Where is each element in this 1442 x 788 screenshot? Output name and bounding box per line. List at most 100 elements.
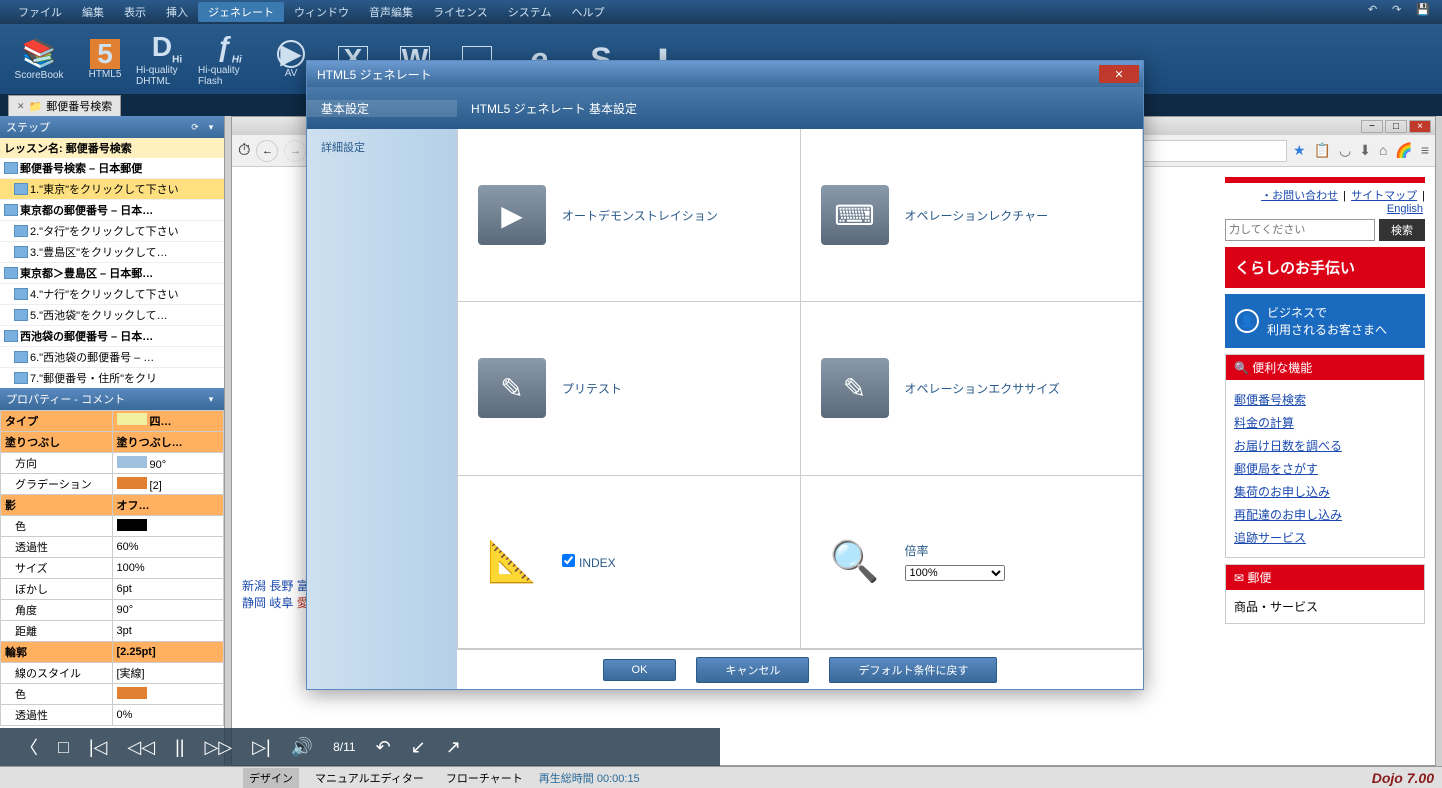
save-icon[interactable]: 💾 xyxy=(1416,3,1434,21)
rainbow-icon[interactable]: 🌈 xyxy=(1395,142,1412,159)
download-icon[interactable]: ⬇ xyxy=(1359,142,1371,159)
prop-value[interactable]: 100% xyxy=(112,558,224,579)
star-icon[interactable]: ★ xyxy=(1293,142,1306,159)
step-item[interactable]: 郵便番号検索 – 日本郵便 xyxy=(0,158,224,179)
minimize-icon[interactable]: − xyxy=(1361,120,1383,133)
forward-icon[interactable]: ▷▷ xyxy=(204,737,232,758)
skip-forward-icon[interactable]: ▷| xyxy=(252,737,271,758)
option-pretest[interactable]: ✎ プリテスト xyxy=(458,302,801,475)
home-icon[interactable]: ⌂ xyxy=(1379,142,1387,159)
search-input[interactable] xyxy=(1225,219,1375,241)
useful-link[interactable]: 再配達のお申し込み xyxy=(1234,503,1416,526)
step-item[interactable]: 3."豊島区"をクリックして… xyxy=(0,242,224,263)
tool-flash[interactable]: ƒHiHi-quality Flash xyxy=(198,28,260,90)
refresh-icon[interactable]: ⟳ xyxy=(188,120,202,134)
close-icon[interactable]: × xyxy=(1409,120,1431,133)
view-flowchart[interactable]: フローチャート xyxy=(440,768,529,788)
menu-edit[interactable]: 編集 xyxy=(72,2,114,22)
menu-license[interactable]: ライセンス xyxy=(423,2,498,22)
back-button[interactable]: ← xyxy=(256,140,278,162)
business-box[interactable]: 👤 ビジネスで利用されるお客さまへ xyxy=(1225,294,1425,348)
useful-link[interactable]: お届け日数を調べる xyxy=(1234,434,1416,457)
expand-icon[interactable]: ↗ xyxy=(446,737,461,758)
prop-value[interactable]: [2] xyxy=(112,474,224,495)
menu-generate[interactable]: ジェネレート xyxy=(198,2,284,22)
useful-link[interactable]: 追跡サービス xyxy=(1234,526,1416,549)
prop-value[interactable]: オフ… xyxy=(112,495,224,516)
option-operation-lecture[interactable]: ⌨ オペレーションレクチャー xyxy=(801,129,1144,302)
rewind-icon[interactable]: ◁◁ xyxy=(127,737,155,758)
pocket-icon[interactable]: ◡ xyxy=(1339,142,1351,159)
step-item[interactable]: 7."郵便番号・住所"をクリ xyxy=(0,368,224,388)
volume-icon[interactable]: 🔊 xyxy=(291,737,313,758)
useful-link[interactable]: 集荷のお申し込み xyxy=(1234,480,1416,503)
option-operation-exercise[interactable]: ✎ オペレーションエクササイズ xyxy=(801,302,1144,475)
menu-file[interactable]: ファイル xyxy=(8,2,72,22)
step-item[interactable]: 西池袋の郵便番号 – 日本… xyxy=(0,326,224,347)
mail-service-link[interactable]: 商品・サービス xyxy=(1234,600,1318,614)
step-item[interactable]: 5."西池袋"をクリックして… xyxy=(0,305,224,326)
clipboard-icon[interactable]: 📋 xyxy=(1314,142,1331,159)
zoom-select[interactable]: 100% xyxy=(905,565,1005,581)
prop-value[interactable]: 6pt xyxy=(112,579,224,600)
step-item[interactable]: 1."東京"をクリックして下さい xyxy=(0,179,224,200)
reset-defaults-button[interactable]: デフォルト条件に戻す xyxy=(829,657,997,683)
index-checkbox[interactable] xyxy=(562,554,575,567)
prev-chapter-icon[interactable]: 〈 xyxy=(20,734,38,760)
prop-value[interactable] xyxy=(112,516,224,537)
dialog-titlebar[interactable]: HTML5 ジェネレート ✕ xyxy=(307,61,1143,87)
prop-value[interactable]: 90° xyxy=(112,453,224,474)
useful-link[interactable]: 郵便局をさがす xyxy=(1234,457,1416,480)
menu-help[interactable]: ヘルプ xyxy=(561,2,614,22)
view-manual-editor[interactable]: マニュアルエディター xyxy=(309,768,430,788)
prop-value[interactable] xyxy=(112,684,224,705)
menu-view[interactable]: 表示 xyxy=(114,2,156,22)
stop-icon[interactable]: □ xyxy=(58,737,69,758)
pause-icon[interactable]: || xyxy=(175,737,184,758)
menu-icon[interactable]: ≡ xyxy=(1421,142,1429,159)
skip-back-icon[interactable]: |◁ xyxy=(89,737,108,758)
prop-value[interactable]: 四… xyxy=(112,411,224,432)
tool-dhtml[interactable]: DHiHi-quality DHTML xyxy=(136,28,198,90)
chevron-down-icon[interactable]: ▾ xyxy=(204,392,218,406)
step-item[interactable]: 東京都の郵便番号 – 日本… xyxy=(0,200,224,221)
useful-link[interactable]: 料金の計算 xyxy=(1234,411,1416,434)
menu-audio[interactable]: 音声編集 xyxy=(359,2,423,22)
redo-icon[interactable]: ↷ xyxy=(1392,3,1410,21)
prop-value[interactable]: 塗りつぶし… xyxy=(112,432,224,453)
cancel-button[interactable]: キャンセル xyxy=(696,657,809,683)
ok-button[interactable]: OK xyxy=(603,659,677,681)
option-auto-demo[interactable]: ▶ オートデモンストレイション xyxy=(458,129,801,302)
prop-value[interactable]: 0% xyxy=(112,705,224,726)
step-item[interactable]: 6."西池袋の郵便番号 – … xyxy=(0,347,224,368)
step-item[interactable]: 2."タ行"をクリックして下さい xyxy=(0,221,224,242)
prop-value[interactable]: 90° xyxy=(112,600,224,621)
useful-link[interactable]: 郵便番号検索 xyxy=(1234,388,1416,411)
step-icon xyxy=(4,330,18,342)
view-design[interactable]: デザイン xyxy=(243,768,299,788)
dialog-tab-advanced[interactable]: 詳細設定 xyxy=(307,129,457,165)
tab-close-icon[interactable]: ✕ xyxy=(17,101,25,112)
tool-scorebook[interactable]: 📚ScoreBook xyxy=(4,28,74,90)
prop-value[interactable]: [2.25pt] xyxy=(112,642,224,663)
search-button[interactable]: 検索 xyxy=(1379,219,1425,241)
undo-icon[interactable]: ↶ xyxy=(1368,3,1386,21)
dialog-close-button[interactable]: ✕ xyxy=(1099,65,1139,83)
maximize-icon[interactable]: □ xyxy=(1385,120,1407,133)
chevron-down-icon[interactable]: ▾ xyxy=(204,120,218,134)
option-index[interactable]: 📐 INDEX xyxy=(458,476,801,649)
menu-system[interactable]: システム xyxy=(498,2,562,22)
menu-insert[interactable]: 挿入 xyxy=(156,2,198,22)
tool-html5[interactable]: 5HTML5 xyxy=(74,28,136,90)
menu-window[interactable]: ウィンドウ xyxy=(284,2,359,22)
step-item[interactable]: 東京都＞豊島区 – 日本郵… xyxy=(0,263,224,284)
shrink-icon[interactable]: ↙ xyxy=(411,737,426,758)
forward-button[interactable]: → xyxy=(284,140,306,162)
prop-value[interactable]: 3pt xyxy=(112,621,224,642)
undo-playback-icon[interactable]: ↶ xyxy=(376,737,391,758)
step-item[interactable]: 4."ナ行"をクリックして下さい xyxy=(0,284,224,305)
prop-value[interactable]: [実線] xyxy=(112,663,224,684)
document-tab[interactable]: ✕ 📁 郵便番号検索 xyxy=(8,95,121,116)
prop-value[interactable]: 60% xyxy=(112,537,224,558)
dialog-tab-basic[interactable]: 基本設定 xyxy=(307,100,457,117)
